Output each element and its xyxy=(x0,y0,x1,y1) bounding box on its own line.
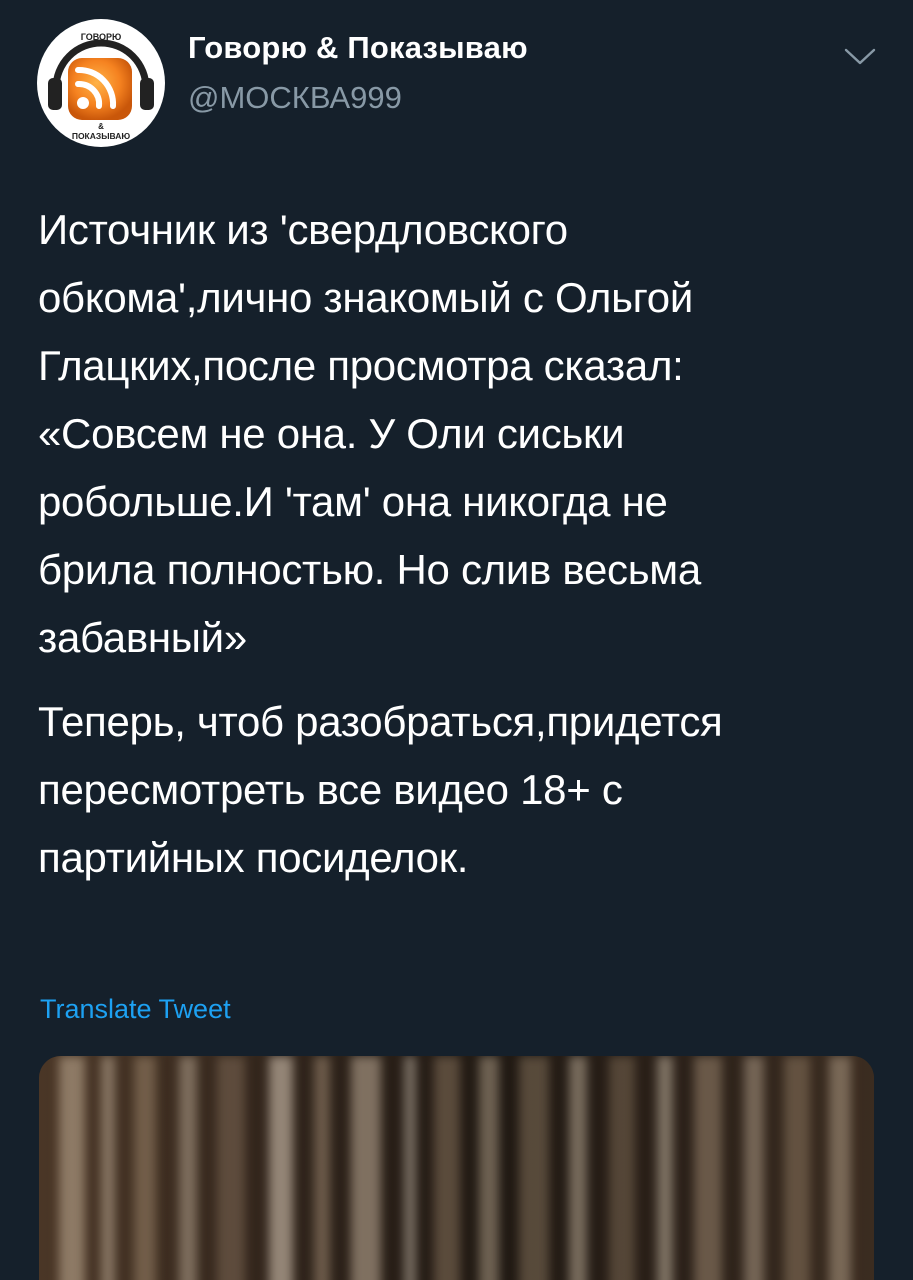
tweet-paragraph: Теперь, чтоб разобраться,придется пересм… xyxy=(38,698,723,881)
avatar-top-text: ГОВОРЮ xyxy=(81,32,122,42)
avatar-bottom-text: ПОКАЗЫВАЮ xyxy=(72,131,131,141)
avatar-mid-text: & xyxy=(98,122,104,131)
media-preview[interactable] xyxy=(39,1056,874,1280)
tweet-paragraph: Источник из 'свердловского обкома',лично… xyxy=(38,206,701,661)
tweet-menu-button[interactable] xyxy=(843,46,877,68)
tweet-header: ГОВОРЮ & ПОКАЗЫВАЮ Говорю & Показываю @М… xyxy=(0,0,913,170)
rss-headphones-logo-icon: ГОВОРЮ & ПОКАЗЫВАЮ xyxy=(37,19,165,147)
chevron-down-icon xyxy=(844,48,876,65)
author-handle[interactable]: @МОСКВА999 xyxy=(188,80,402,116)
media-thumbnail xyxy=(39,1056,874,1280)
translate-tweet-link[interactable]: Translate Tweet xyxy=(40,994,231,1025)
avatar[interactable]: ГОВОРЮ & ПОКАЗЫВАЮ xyxy=(36,18,166,148)
author-name[interactable]: Говорю & Показываю xyxy=(188,30,528,66)
tweet-text: Источник из 'свердловского обкома',лично… xyxy=(38,196,888,892)
